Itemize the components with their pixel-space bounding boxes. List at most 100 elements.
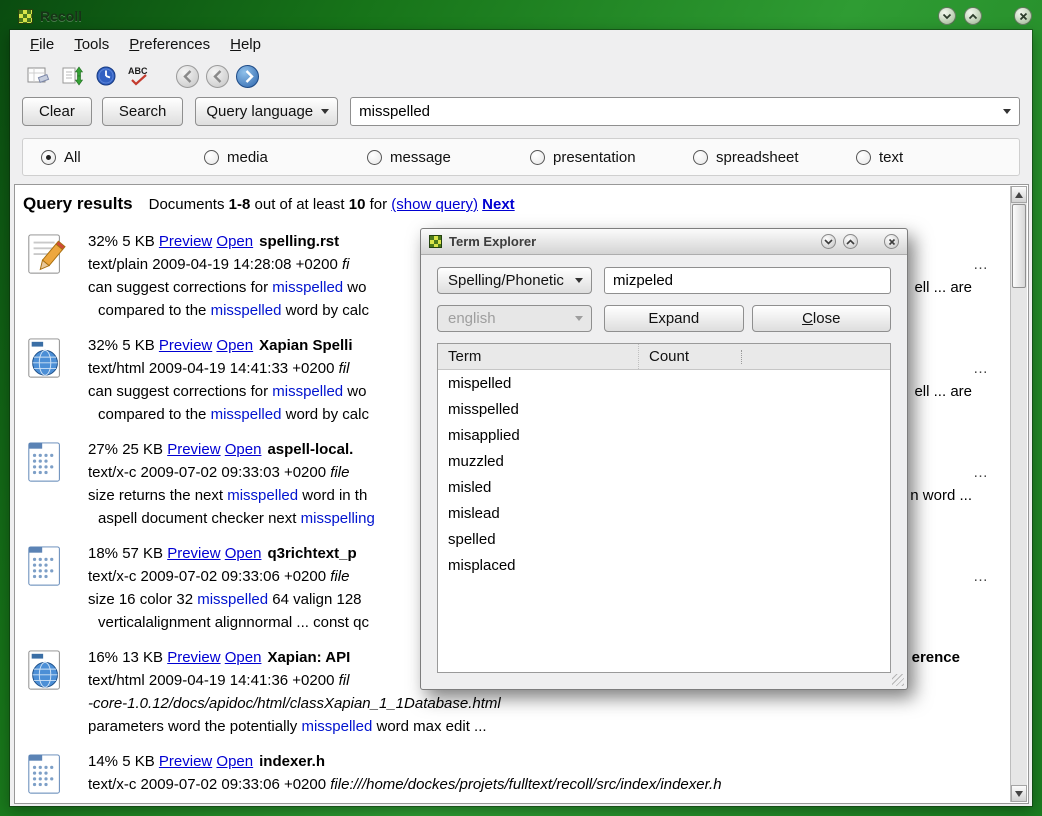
text: file bbox=[330, 568, 349, 585]
preview-link[interactable]: Preview bbox=[159, 233, 212, 250]
expand-button[interactable]: Expand bbox=[604, 305, 744, 332]
filter-media[interactable]: media bbox=[204, 149, 367, 166]
first-page-icon[interactable] bbox=[176, 65, 199, 88]
query-language-label: Query language bbox=[206, 103, 313, 120]
open-link[interactable]: Open bbox=[225, 545, 262, 562]
text: text/html 2009-04-19 14:41:33 +0200 bbox=[88, 360, 339, 377]
source-document-icon bbox=[25, 752, 67, 798]
term-table-row[interactable]: misled bbox=[438, 474, 890, 500]
text: 18% 57 KB bbox=[88, 545, 167, 562]
close-dialog-button[interactable]: Close bbox=[752, 305, 892, 332]
term-table-row[interactable]: spelled bbox=[438, 526, 890, 552]
result-title: indexer.h bbox=[259, 753, 325, 770]
dialog-content: Spelling/Phonetic english Expand Close bbox=[421, 255, 907, 689]
scroll-down-button[interactable] bbox=[1011, 785, 1027, 802]
menu-tools[interactable]: Tools bbox=[64, 33, 119, 56]
open-link[interactable]: Open bbox=[216, 337, 253, 354]
text: fil bbox=[339, 672, 350, 689]
text: 32% 5 KB bbox=[88, 337, 159, 354]
open-link[interactable]: Open bbox=[225, 649, 262, 666]
preview-link[interactable]: Preview bbox=[167, 545, 220, 562]
term-table-row[interactable]: mispelled bbox=[438, 370, 890, 396]
window-title: Recoll bbox=[40, 8, 82, 24]
open-link[interactable]: Open bbox=[216, 753, 253, 770]
filter-all[interactable]: All bbox=[41, 149, 204, 166]
count-column-header[interactable]: Count bbox=[638, 344, 890, 369]
text: size 16 color 32 bbox=[88, 591, 197, 608]
close-window-button[interactable] bbox=[1014, 7, 1032, 25]
search-input[interactable] bbox=[351, 103, 995, 120]
recoll-app-icon bbox=[18, 9, 33, 24]
term-cell: spelled bbox=[438, 531, 638, 548]
result-url-continuation: -core-1.0.12/docs/apidoc/html/classXapia… bbox=[88, 692, 1004, 715]
term-cell: mispelled bbox=[438, 375, 638, 392]
results-header: Query results Documents 1-8 out of at le… bbox=[23, 191, 1004, 218]
dialog-title: Term Explorer bbox=[449, 234, 536, 249]
search-button[interactable]: Search bbox=[102, 97, 184, 126]
next-page-link[interactable]: Next bbox=[482, 196, 515, 213]
open-link[interactable]: Open bbox=[225, 441, 262, 458]
text-document-icon bbox=[25, 232, 67, 278]
term-table-row[interactable]: misspelled bbox=[438, 396, 890, 422]
dialog-close-button[interactable] bbox=[884, 234, 899, 249]
triangle-up-icon bbox=[1015, 192, 1023, 198]
count-cell bbox=[638, 448, 890, 474]
filter-presentation[interactable]: presentation bbox=[530, 149, 693, 166]
expansion-mode-select[interactable]: Spelling/Phonetic bbox=[437, 267, 592, 294]
clear-button[interactable]: Clear bbox=[22, 97, 92, 126]
term-cell: misspelled bbox=[438, 401, 638, 418]
maximize-button[interactable] bbox=[964, 7, 982, 25]
term-input[interactable] bbox=[604, 267, 891, 294]
term-cell: misled bbox=[438, 479, 638, 496]
window-titlebar[interactable]: Recoll bbox=[10, 2, 1032, 30]
show-query-link[interactable]: (show query) bbox=[391, 196, 478, 213]
term-table-row[interactable]: muzzled bbox=[438, 448, 890, 474]
preview-link[interactable]: Preview bbox=[159, 753, 212, 770]
result-title-fragment: erence bbox=[912, 646, 960, 669]
text: misspelled bbox=[272, 383, 343, 400]
text: compared to the bbox=[98, 406, 211, 423]
update-index-icon[interactable] bbox=[58, 62, 86, 90]
filter-label: All bbox=[64, 149, 81, 166]
filter-label: media bbox=[227, 149, 268, 166]
scroll-up-button[interactable] bbox=[1011, 186, 1027, 203]
term-cell: misapplied bbox=[438, 427, 638, 444]
filter-text[interactable]: text bbox=[856, 149, 1019, 166]
dialog-maximize-button[interactable] bbox=[843, 234, 858, 249]
results-scrollbar[interactable] bbox=[1010, 186, 1027, 802]
open-link[interactable]: Open bbox=[216, 233, 253, 250]
filter-message[interactable]: message bbox=[367, 149, 530, 166]
menu-file[interactable]: File bbox=[20, 33, 64, 56]
dialog-shade-button[interactable] bbox=[821, 234, 836, 249]
query-language-select[interactable]: Query language bbox=[195, 97, 338, 126]
scroll-thumb[interactable] bbox=[1012, 204, 1026, 288]
chevron-down-icon bbox=[824, 239, 833, 245]
resize-grip[interactable] bbox=[892, 674, 904, 686]
term-table-body: mispelled misspelled misapplied muzzled misl… bbox=[438, 370, 890, 578]
term-column-header[interactable]: Term bbox=[438, 348, 638, 365]
desktop-background: Recoll File Tools Preferences Help bbox=[0, 0, 1042, 816]
shade-button[interactable] bbox=[938, 7, 956, 25]
chevron-down-icon[interactable] bbox=[1003, 109, 1011, 114]
menu-help[interactable]: Help bbox=[220, 33, 271, 56]
term-table-row[interactable]: misplaced bbox=[438, 552, 890, 578]
menu-preferences[interactable]: Preferences bbox=[119, 33, 220, 56]
search-entry-combo[interactable] bbox=[350, 97, 1020, 126]
filter-spreadsheet[interactable]: spreadsheet bbox=[693, 149, 856, 166]
count-cell bbox=[638, 396, 890, 422]
term-table-row[interactable]: misapplied bbox=[438, 422, 890, 448]
next-page-icon[interactable] bbox=[236, 65, 259, 88]
text: can suggest corrections for bbox=[88, 383, 272, 400]
doc-history-icon[interactable] bbox=[92, 62, 120, 90]
preview-link[interactable]: Preview bbox=[167, 649, 220, 666]
term-table-row[interactable]: mislead bbox=[438, 500, 890, 526]
preview-link[interactable]: Preview bbox=[167, 441, 220, 458]
menubar: File Tools Preferences Help bbox=[10, 30, 1032, 58]
clear-search-icon[interactable] bbox=[24, 62, 52, 90]
term-explorer-icon[interactable]: ABC bbox=[126, 62, 154, 90]
text: out of at least bbox=[250, 196, 348, 213]
dialog-titlebar[interactable]: Term Explorer bbox=[421, 229, 907, 255]
preview-link[interactable]: Preview bbox=[159, 337, 212, 354]
chevron-down-icon bbox=[575, 316, 583, 321]
previous-page-icon[interactable] bbox=[206, 65, 229, 88]
